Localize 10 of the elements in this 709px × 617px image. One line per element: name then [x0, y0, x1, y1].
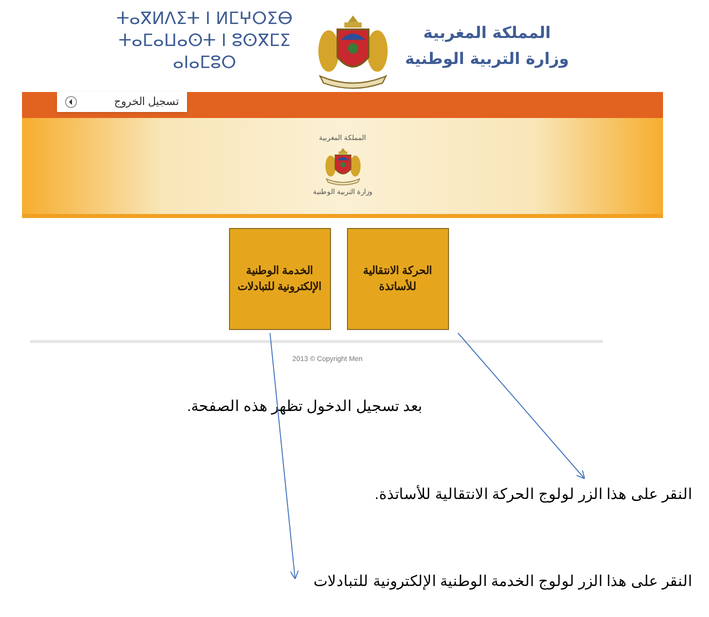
logout-button[interactable]: تسجيل الخروج	[57, 92, 187, 112]
tifinagh-title: ⵜⴰⴳⵍⴷⵉⵜ ⵏ ⵍⵎⵖⵔⵉⴱ	[116, 8, 293, 30]
annotation-text: النقر على هذا الزر لولوج الخدمة الوطنية الإلكترونية للتبادلات	[312, 572, 692, 592]
menu-tile[interactable]: الحركة الانتقالية للأساتذة	[346, 228, 448, 330]
annotation-text: النقر على هذا الزر لولوج الحركة الانتقالية للأساتذة.	[374, 484, 692, 505]
arabic-title: المملكة المغربية	[423, 22, 551, 44]
menu-tile[interactable]: الخدمة الوطنية الإلكترونية للتبادلات	[228, 228, 330, 330]
tifinagh-title: ⴰⵏⴰⵎⵓⵔ	[172, 52, 236, 74]
arabic-title: وزارة التربية الوطنية	[404, 48, 569, 70]
tifinagh-title: ⵜⴰⵎⴰⵡⴰⵙⵜ ⵏ ⵓⵙⴳⵎⵉ	[118, 30, 291, 52]
